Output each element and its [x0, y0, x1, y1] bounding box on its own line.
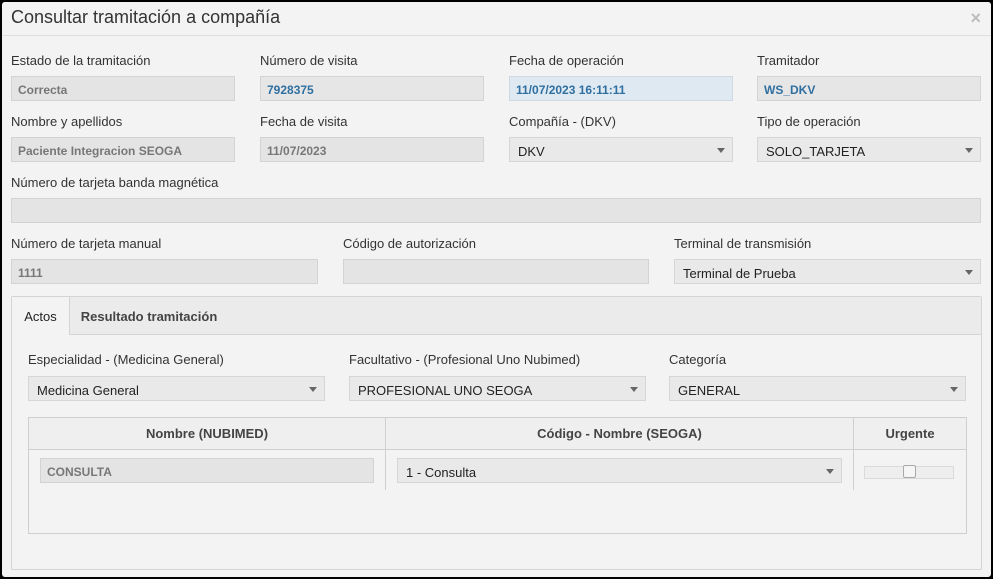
fecha-operacion-label: Fecha de operación	[509, 53, 624, 68]
consultar-tramitacion-dialog: Consultar tramitación a compañía × Estad…	[2, 2, 991, 577]
urgente-checkbox-cell	[864, 465, 954, 479]
tarjeta-banda-field	[11, 198, 981, 223]
especialidad-label: Especialidad - (Medicina General)	[28, 352, 224, 367]
tipo-operacion-select-value: SOLO_TARJETA	[766, 144, 866, 159]
fecha-visita-label: Fecha de visita	[260, 114, 348, 129]
terminal-label: Terminal de transmisión	[674, 236, 812, 251]
tab-actos[interactable]: Actos	[12, 297, 70, 335]
chevron-down-icon	[309, 387, 317, 392]
chevron-down-icon	[826, 469, 834, 474]
tramitador-field: WS_DKV	[757, 76, 981, 101]
categoria-select[interactable]: GENERAL	[669, 376, 966, 401]
tramitador-label: Tramitador	[757, 53, 820, 68]
close-icon[interactable]: ×	[970, 8, 981, 29]
chevron-down-icon	[965, 270, 973, 275]
codigo-autorizacion-field	[343, 259, 649, 284]
terminal-select-value: Terminal de Prueba	[683, 266, 796, 281]
codigo-autorizacion-label: Código de autorización	[343, 236, 476, 251]
chevron-down-icon	[965, 148, 973, 153]
facultativo-select[interactable]: PROFESIONAL UNO SEOGA	[349, 376, 646, 401]
nombre-field: Paciente Integracion SEOGA	[11, 137, 235, 162]
facultativo-select-value: PROFESIONAL UNO SEOGA	[358, 383, 533, 398]
tipo-operacion-label: Tipo de operación	[757, 114, 861, 129]
column-header-urgente[interactable]: Urgente	[854, 418, 966, 450]
acto-nombre-field: CONSULTA	[40, 458, 374, 483]
num-visita-field: 7928375	[260, 76, 484, 101]
actos-table: Nombre (NUBIMED) Código - Nombre (SEOGA)…	[28, 417, 967, 534]
estado-label: Estado de la tramitación	[11, 53, 151, 68]
column-header-codigo[interactable]: Código - Nombre (SEOGA)	[386, 418, 853, 450]
column-divider	[385, 418, 386, 490]
column-divider	[853, 418, 854, 490]
chevron-down-icon	[630, 387, 638, 392]
compania-select[interactable]: DKV	[509, 137, 733, 162]
especialidad-select-value: Medicina General	[37, 383, 139, 398]
facultativo-label: Facultativo - (Profesional Uno Nubimed)	[349, 352, 581, 367]
especialidad-select[interactable]: Medicina General	[28, 376, 325, 401]
tarjeta-manual-field: 1111	[11, 259, 318, 284]
column-header-nombre[interactable]: Nombre (NUBIMED)	[29, 418, 385, 450]
tarjeta-banda-label: Número de tarjeta banda magnética	[11, 175, 219, 190]
estado-field: Correcta	[11, 76, 235, 101]
fecha-operacion-field: 11/07/2023 16:11:11	[509, 76, 733, 101]
categoria-label: Categoría	[669, 352, 727, 367]
acto-codigo-select-value: 1 - Consulta	[406, 465, 477, 480]
tarjeta-manual-label: Número de tarjeta manual	[11, 236, 162, 251]
categoria-select-value: GENERAL	[678, 383, 741, 398]
fecha-visita-field: 11/07/2023	[260, 137, 484, 162]
urgente-checkbox[interactable]	[903, 465, 916, 478]
chevron-down-icon	[950, 387, 958, 392]
tab-panel: Actos Resultado tramitación Especialidad…	[11, 296, 982, 570]
tab-resultado-tramitacion[interactable]: Resultado tramitación	[70, 297, 228, 334]
compania-label: Compañía - (DKV)	[509, 114, 616, 129]
tipo-operacion-select[interactable]: SOLO_TARJETA	[757, 137, 981, 162]
terminal-select[interactable]: Terminal de Prueba	[674, 259, 981, 284]
dialog-titlebar: Consultar tramitación a compañía ×	[2, 2, 991, 36]
num-visita-label: Número de visita	[260, 53, 358, 68]
compania-select-value: DKV	[518, 144, 545, 159]
dialog-title: Consultar tramitación a compañía	[11, 7, 281, 27]
chevron-down-icon	[717, 148, 725, 153]
tab-bar: Actos Resultado tramitación	[12, 297, 981, 335]
nombre-label: Nombre y apellidos	[11, 114, 123, 129]
acto-codigo-select[interactable]: 1 - Consulta	[397, 458, 842, 483]
